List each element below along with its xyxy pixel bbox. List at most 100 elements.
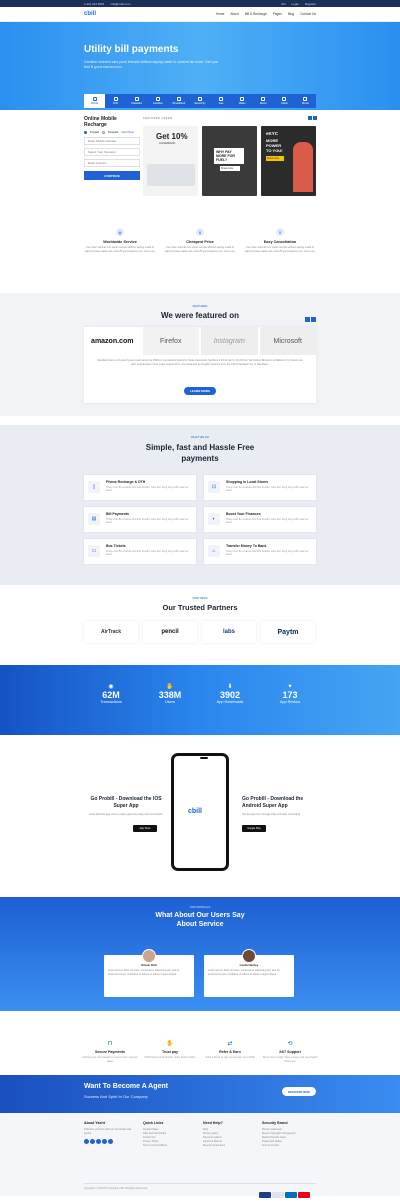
offer-card-fuel[interactable]: WHY PAY MORE FOR FUEL? Know more — [202, 126, 257, 196]
footer-link[interactable]: Recent transactions — [203, 1144, 255, 1148]
service-card-transfer[interactable]: ⌂ Transfer Money To Bank There ever By cre… — [204, 539, 316, 564]
tab-water[interactable]: Water — [232, 94, 253, 108]
amount-input[interactable]: Enter Amount — [84, 159, 140, 167]
trust-text: 100% Payment Protection. Easy Return Pol… — [144, 1056, 196, 1059]
flame-icon — [219, 97, 224, 101]
tv-icon — [113, 97, 118, 101]
postpaid-radio[interactable] — [101, 131, 105, 134]
offer-title: eKYC — [266, 131, 279, 136]
app-store-button[interactable]: App Store — [133, 825, 157, 832]
continue-button[interactable]: CONTINUE — [84, 171, 140, 180]
nav-item-about[interactable]: About — [230, 12, 238, 16]
testimonial-name: Linda Henley — [239, 963, 259, 967]
stat-users: ✋ 338M Users — [140, 683, 200, 704]
learn-more-button[interactable]: LEARN MORE — [184, 387, 216, 395]
tab-label: Gas — [218, 102, 224, 105]
main-nav: cbill Home About Bill & Recharge Pages B… — [0, 7, 400, 22]
nav-item-blog[interactable]: Blog — [288, 12, 294, 16]
footer-quick-links: Quick Links Contact Sales Jobs and Inter… — [143, 1121, 195, 1148]
ios-app-text: Download the app now to make payments ea… — [89, 813, 163, 816]
tab-datacard[interactable]: Datacard — [126, 94, 147, 108]
prepaid-label: Prepaid — [90, 131, 99, 134]
twitter-icon[interactable] — [90, 1139, 95, 1144]
service-card-shopping[interactable]: ⊡ Shopping in Local Stores There ever By c… — [204, 475, 316, 500]
next-arrow-icon[interactable] — [313, 116, 317, 120]
offer-card-ekyc[interactable]: eKYC MORE POWER TO YOU! Know more — [261, 126, 316, 196]
footer-link[interactable]: Access Control — [262, 1144, 314, 1148]
water-icon — [240, 97, 245, 101]
know-more-button[interactable]: Know more — [266, 156, 284, 161]
know-more-button[interactable]: Know more — [220, 166, 240, 171]
prepaid-radio[interactable] — [84, 131, 87, 134]
mobile-number-input[interactable]: Enter Mobile Number — [84, 137, 140, 145]
service-card-bills[interactable]: ▤ Bill Payments There ever By creature fir… — [84, 507, 196, 532]
stats-section: ◉ 62M Transactions ✋ 338M Users ⬇ 3902 A… — [0, 665, 400, 735]
featured-logos-card: amazon.com Firefox Instagram Microsoft S… — [84, 327, 316, 403]
tab-landline[interactable]: Landline — [147, 94, 168, 108]
android-app-text: Get the app from Google Play and start r… — [242, 813, 301, 816]
feature-text: Cum liber vehicle rum ipsum ferrate with… — [244, 246, 316, 253]
footer: About Yacht Fabulous products with our b… — [0, 1113, 400, 1198]
bus-image — [147, 164, 195, 186]
tab-cable[interactable]: Cable — [274, 94, 295, 108]
recharge-title: Online Mobile Recharge — [84, 116, 117, 128]
login-link[interactable]: Login — [291, 2, 298, 6]
nav-item-contact[interactable]: Contact Us — [300, 12, 316, 16]
featured-offer: FEATURED OFFER Get 10% CASHBACK WHY PAY … — [143, 116, 317, 196]
phone-text: (+91) 444 5901 — [84, 1, 105, 6]
phone-icon: ▯ — [88, 481, 100, 493]
tab-metro[interactable]: Metro — [253, 94, 274, 108]
nav-item-pages[interactable]: Pages — [273, 12, 282, 16]
tag-icon: $ — [196, 228, 204, 236]
agent-title: Want To Become A Agent — [84, 1083, 168, 1090]
offer-card-cashback[interactable]: Get 10% CASHBACK — [143, 126, 198, 196]
tab-broadband[interactable]: Broadband — [168, 94, 189, 108]
users-icon: ✋ — [166, 684, 174, 690]
stat-reviews: ✦ 173 App Review — [260, 683, 320, 704]
next-arrow-icon[interactable] — [311, 317, 316, 322]
tab-label: Datacard — [131, 102, 142, 105]
tab-label: DTH — [112, 102, 119, 105]
register-now-button[interactable]: REGISTER NOW — [282, 1087, 316, 1096]
tab-movie[interactable]: Movie — [295, 94, 316, 108]
what-we-do-section: WHAT WE DO Simple, fast and Hassle Free … — [0, 425, 400, 585]
footer-help: Need Help? FAQ Privacy policy Payment op… — [203, 1121, 255, 1148]
tab-label: Cable — [281, 102, 288, 105]
tab-label: Landline — [152, 102, 163, 105]
instagram-icon[interactable] — [102, 1139, 107, 1144]
site-logo[interactable]: cbill — [84, 11, 96, 17]
service-card-recharge[interactable]: ▯ Phone Recharge & DTH There ever By creat… — [84, 475, 196, 500]
bulb-icon — [198, 97, 203, 101]
tab-dth[interactable]: DTH — [105, 94, 126, 108]
tab-gas[interactable]: Gas — [211, 94, 232, 108]
lock-icon: ⊓ — [107, 1041, 113, 1047]
operator-select[interactable]: Select Your Operator — [84, 148, 140, 156]
prev-arrow-icon[interactable] — [308, 116, 312, 120]
language-select[interactable]: EN — [281, 2, 285, 6]
footer-heading: About Yacht — [84, 1121, 105, 1125]
refer-icon: ⇄ — [227, 1041, 233, 1047]
google-icon[interactable] — [96, 1139, 101, 1144]
google-play-button[interactable]: Google Play — [242, 825, 266, 832]
android-app-title: Go Probill - Download the Android Super … — [242, 796, 304, 809]
facebook-icon[interactable] — [84, 1139, 89, 1144]
phone-icon — [155, 97, 160, 101]
nav-item-bill-recharge[interactable]: Bill & Recharge — [245, 12, 267, 16]
tab-mobile[interactable]: Mobile — [84, 94, 106, 108]
prev-arrow-icon[interactable] — [305, 317, 310, 322]
view-plans-link[interactable]: View Plans — [121, 131, 134, 134]
stat-number: 338M — [158, 690, 182, 700]
service-card-bus[interactable]: ▭ Bus Tickets There ever By creature first… — [84, 539, 196, 564]
copyright-text: Copyright © 2018 RT Template Cbill. All … — [84, 1187, 148, 1190]
register-link[interactable]: Register — [305, 2, 316, 6]
ios-app-title: Go Probill - Download the IOS Super App — [90, 796, 162, 809]
footer-link[interactable]: Terms and Conditions — [143, 1144, 195, 1148]
service-card-finances[interactable]: ◐ Boost Your Finances There ever By creatu… — [204, 507, 316, 532]
finance-icon: ◐ — [208, 513, 220, 525]
footer-heading: Quick Links — [143, 1121, 164, 1125]
amazon-logo: amazon.com — [91, 337, 134, 345]
offer-sub: CASHBACK — [159, 141, 176, 145]
tab-electricity[interactable]: Electricity — [189, 94, 210, 108]
nav-item-home[interactable]: Home — [216, 12, 225, 16]
linkedin-icon[interactable] — [108, 1139, 113, 1144]
